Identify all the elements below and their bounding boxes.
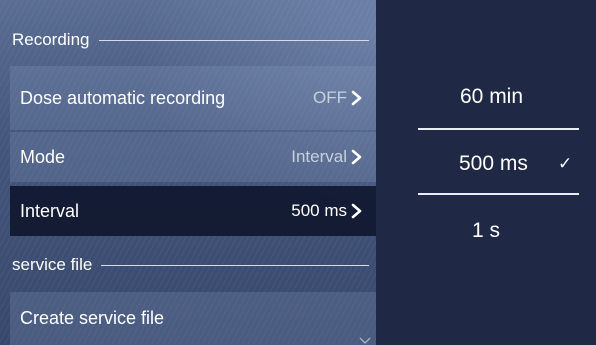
section-title-service-file: service file (12, 255, 93, 274)
row-label-mode: Mode (20, 146, 66, 167)
selection-divider-top (418, 128, 579, 130)
section-divider (98, 39, 369, 41)
row-value-dose-automatic-recording: OFF (313, 88, 364, 108)
section-divider (101, 264, 369, 266)
picker-option-500-ms[interactable]: 500 ms ✓ (376, 139, 596, 189)
picker-option-label: 60 min (460, 85, 524, 108)
section-header-service-file: service file (0, 245, 376, 285)
interval-value-text: 500 ms (291, 201, 347, 220)
chevron-right-icon (351, 149, 362, 165)
row-label-interval: Interval (20, 200, 80, 221)
mode-value-text: Interval (291, 147, 347, 166)
interval-value-picker: 60 min 500 ms ✓ 1 s (376, 0, 596, 345)
picker-option-label: 500 ms (459, 152, 528, 175)
chevron-right-icon (351, 90, 362, 106)
picker-option-label: 1 s (472, 219, 501, 242)
row-label-create-service-file: Create service file (20, 308, 165, 328)
section-header-recording: Recording (0, 20, 376, 60)
chevron-right-icon (351, 203, 362, 219)
row-value-mode: Interval (291, 147, 364, 167)
section-title-recording: Recording (12, 30, 90, 49)
dose-recording-value-text: OFF (313, 88, 347, 107)
interval-row[interactable]: Interval 500 ms (10, 186, 376, 236)
checkmark-icon: ✓ (558, 154, 573, 173)
mode-row[interactable]: Mode Interval (10, 132, 376, 182)
row-label-dose-automatic-recording: Dose automatic recording (20, 87, 226, 108)
interval-settings-screen: Recording Dose automatic recording OFF M… (0, 0, 596, 345)
picker-option-1-s[interactable]: 1 s (376, 206, 596, 256)
selection-divider-bottom (418, 193, 579, 195)
picker-option-60-min[interactable]: 60 min (376, 72, 596, 122)
create-service-file-row[interactable]: Create service file (10, 292, 376, 345)
chevron-down-icon[interactable] (359, 337, 371, 345)
row-value-interval: 500 ms (291, 201, 364, 221)
dose-automatic-recording-row[interactable]: Dose automatic recording OFF (10, 66, 376, 130)
settings-list-panel: Recording Dose automatic recording OFF M… (0, 0, 376, 345)
